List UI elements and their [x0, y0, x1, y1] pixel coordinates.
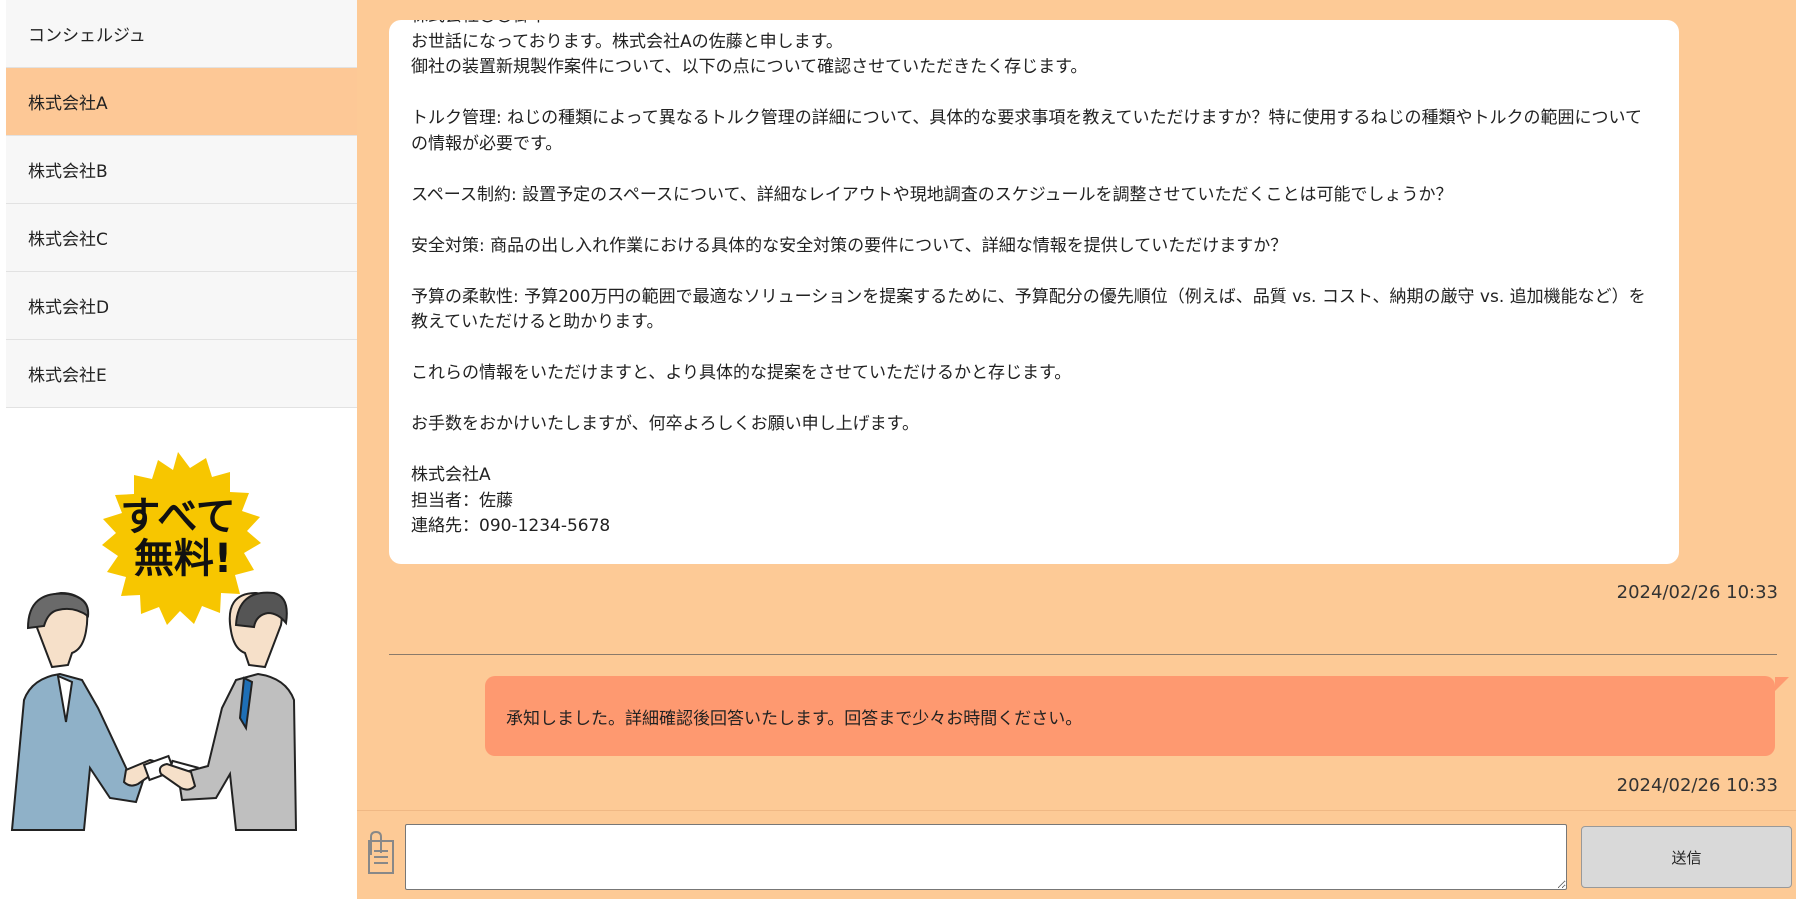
bubble-tail [1775, 677, 1789, 691]
sidebar: コンシェルジュ 株式会社A 株式会社B 株式会社C 株式会社D 株式会社E すべ… [0, 0, 357, 898]
sent-reply-text: 承知しました。詳細確認後回答いたします。回答まで少々お時間ください。 [506, 708, 1083, 729]
received-message-text: 株式会社〇〇御中 お世話になっております。株式会社Aの佐藤と申します。 御社の装… [411, 20, 1646, 536]
sidebar-item-label: 株式会社B [28, 162, 108, 182]
message-input[interactable] [405, 824, 1567, 890]
badge-text-line1: すべて [120, 494, 236, 540]
sidebar-item-label: 株式会社A [28, 94, 108, 114]
sidebar-item-concierge[interactable]: コンシェルジュ [6, 0, 357, 68]
message-timestamp: 2024/02/26 10:33 [1616, 582, 1778, 603]
businessman-right [158, 591, 298, 831]
attachment-icon[interactable] [363, 830, 397, 877]
sidebar-item-company-e[interactable]: 株式会社E [6, 340, 357, 408]
reply-timestamp: 2024/02/26 10:33 [1616, 775, 1778, 796]
chat-area: 株式会社〇〇御中 お世話になっております。株式会社Aの佐藤と申します。 御社の装… [357, 0, 1796, 899]
send-button[interactable]: 送信 [1581, 826, 1792, 888]
composer-bar: 送信 [357, 810, 1796, 899]
sidebar-item-company-b[interactable]: 株式会社B [6, 136, 357, 204]
received-message-card: 株式会社〇〇御中 お世話になっております。株式会社Aの佐藤と申します。 御社の装… [389, 20, 1679, 564]
sidebar-item-company-a[interactable]: 株式会社A [6, 68, 357, 136]
sidebar-item-company-c[interactable]: 株式会社C [6, 204, 357, 272]
sidebar-item-label: 株式会社C [28, 230, 108, 250]
businessman-left [10, 591, 160, 831]
sidebar-item-label: コンシェルジュ [28, 26, 146, 46]
chat-divider [389, 654, 1777, 655]
sidebar-item-label: 株式会社E [28, 366, 107, 386]
badge-text-line2: 無料! [134, 536, 232, 582]
sent-reply-bubble: 承知しました。詳細確認後回答いたします。回答まで少々お時間ください。 [485, 676, 1775, 756]
sidebar-item-label: 株式会社D [28, 298, 110, 318]
sidebar-item-company-d[interactable]: 株式会社D [6, 272, 357, 340]
free-badge-illustration: すべて 無料! [10, 452, 298, 831]
company-list: コンシェルジュ 株式会社A 株式会社B 株式会社C 株式会社D 株式会社E [6, 0, 357, 408]
promo-illustration: すべて 無料! [6, 420, 357, 840]
